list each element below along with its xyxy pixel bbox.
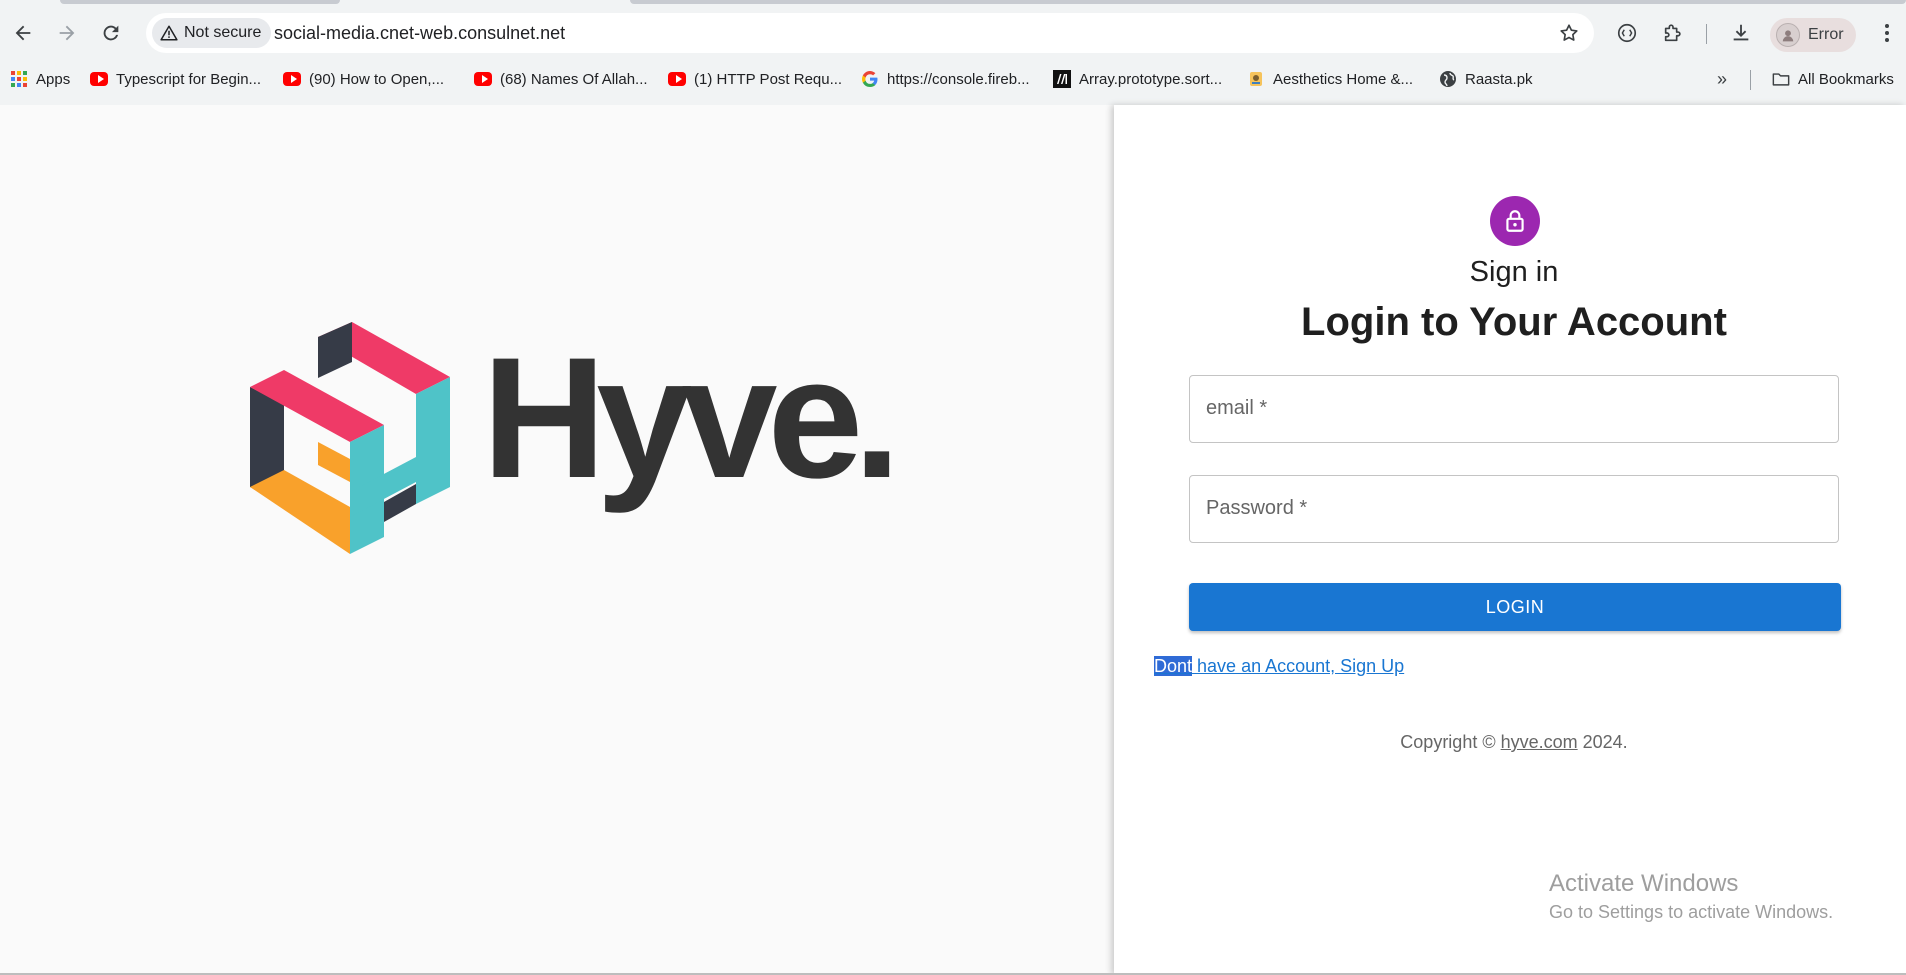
email-field[interactable]: email * — [1189, 375, 1839, 443]
hyve-cube-logo-icon — [250, 322, 450, 554]
all-bookmarks-label: All Bookmarks — [1798, 70, 1894, 88]
google-icon — [861, 70, 879, 88]
apps-grid-icon — [10, 70, 28, 88]
bookmark-item[interactable]: (68) Names Of Allah... — [474, 67, 648, 91]
copyright-suffix: 2024. — [1577, 732, 1628, 752]
download-icon — [1733, 24, 1749, 41]
mdn-icon — [1053, 70, 1071, 88]
youtube-icon — [90, 70, 108, 88]
password-field[interactable]: Password * — [1189, 475, 1839, 543]
youtube-icon — [668, 70, 686, 88]
brand-wordmark: Hyve. — [482, 322, 901, 514]
downloads-button[interactable] — [1726, 18, 1756, 48]
profile-label: Error — [1808, 26, 1844, 43]
url-text[interactable]: social-media.cnet-web.consulnet.net — [274, 23, 565, 44]
signup-link-text: have an Account, Sign Up — [1192, 656, 1405, 676]
warning-triangle-icon — [160, 25, 178, 41]
browser-chrome: Not secure social-media.cnet-web.consuln… — [0, 0, 1906, 105]
signin-subtitle: Sign in — [1469, 256, 1559, 288]
bookmarks-bar: Apps Typescript for Begin... (90) How to… — [0, 62, 1906, 96]
more-menu-icon[interactable] — [1876, 18, 1898, 48]
extensions-button[interactable] — [1658, 18, 1688, 48]
bookmark-apps[interactable]: Apps — [10, 67, 70, 91]
bookmark-label: (90) How to Open,... — [309, 70, 445, 88]
forward-arrow-icon — [59, 25, 75, 41]
bookmark-item[interactable]: (90) How to Open,... — [283, 67, 444, 91]
bookmark-label: Typescript for Begin... — [116, 70, 262, 88]
bookmark-label: Aesthetics Home &... — [1273, 70, 1414, 88]
profile-avatar-icon — [1776, 23, 1800, 47]
bookmark-item[interactable]: Aesthetics Home &... — [1247, 67, 1413, 91]
reading-mode-icon — [1617, 23, 1637, 43]
folder-icon — [1772, 70, 1790, 88]
watermark-title: Activate Windows — [1549, 870, 1739, 897]
all-bookmarks-button[interactable]: All Bookmarks — [1772, 67, 1894, 91]
login-button[interactable]: LOGIN — [1189, 583, 1841, 631]
bookmark-star-icon[interactable] — [1558, 22, 1580, 44]
youtube-icon — [474, 70, 492, 88]
back-button[interactable] — [6, 16, 40, 50]
brand-panel: Hyve. — [0, 105, 1114, 975]
address-bar[interactable]: Not secure social-media.cnet-web.consuln… — [146, 13, 1594, 53]
watermark-subtitle: Go to Settings to activate Windows. — [1549, 902, 1834, 922]
aesthetics-site-icon — [1247, 70, 1265, 88]
back-arrow-icon — [15, 25, 31, 41]
copyright-text: Copyright © hyve.com 2024. — [1114, 732, 1906, 753]
password-input[interactable] — [1190, 476, 1838, 542]
reading-mode-button[interactable] — [1612, 18, 1642, 48]
bookmark-label: (1) HTTP Post Requ... — [694, 70, 843, 88]
bookmark-label: (68) Names Of Allah... — [500, 70, 648, 88]
profile-button[interactable]: Error — [1770, 18, 1856, 52]
bookmark-label: Apps — [36, 70, 71, 88]
bookmark-item[interactable]: Raasta.pk — [1439, 67, 1533, 91]
bookmarks-divider — [1750, 70, 1751, 90]
signup-link[interactable]: Dont have an Account, Sign Up — [1154, 656, 1404, 677]
selected-text: Dont — [1154, 656, 1193, 676]
hyve-logo: Hyve. — [250, 322, 901, 554]
toolbar-divider — [1706, 24, 1707, 44]
lock-avatar — [1490, 196, 1540, 246]
security-chip[interactable]: Not secure — [152, 18, 272, 48]
bookmark-label: https://console.fireb... — [887, 70, 1030, 88]
youtube-icon — [283, 70, 301, 88]
globe-icon — [1439, 70, 1457, 88]
page-title: Login to Your Account — [1301, 300, 1727, 344]
activate-windows-watermark: Activate Windows Go to Settings to activ… — [1549, 870, 1833, 923]
lock-icon — [1506, 210, 1524, 232]
hyve-link[interactable]: hyve.com — [1501, 732, 1578, 752]
bookmark-item[interactable]: (1) HTTP Post Requ... — [668, 67, 842, 91]
copyright-prefix: Copyright © — [1400, 732, 1501, 752]
bookmark-item[interactable]: Array.prototype.sort... — [1053, 67, 1222, 91]
security-label: Not secure — [184, 24, 262, 41]
reload-button[interactable] — [94, 16, 128, 50]
browser-toolbar: Not secure social-media.cnet-web.consuln… — [0, 4, 1906, 62]
email-input[interactable] — [1190, 376, 1838, 442]
bookmark-item[interactable]: Typescript for Begin... — [90, 67, 261, 91]
puzzle-icon — [1664, 24, 1681, 42]
bookmark-label: Array.prototype.sort... — [1079, 70, 1223, 88]
forward-button[interactable] — [50, 16, 84, 50]
bookmark-label: Raasta.pk — [1465, 70, 1533, 88]
reload-icon — [103, 25, 119, 41]
bookmark-item[interactable]: https://console.fireb... — [861, 67, 1030, 91]
bookmarks-overflow-chevron-icon[interactable]: » — [1710, 67, 1734, 91]
